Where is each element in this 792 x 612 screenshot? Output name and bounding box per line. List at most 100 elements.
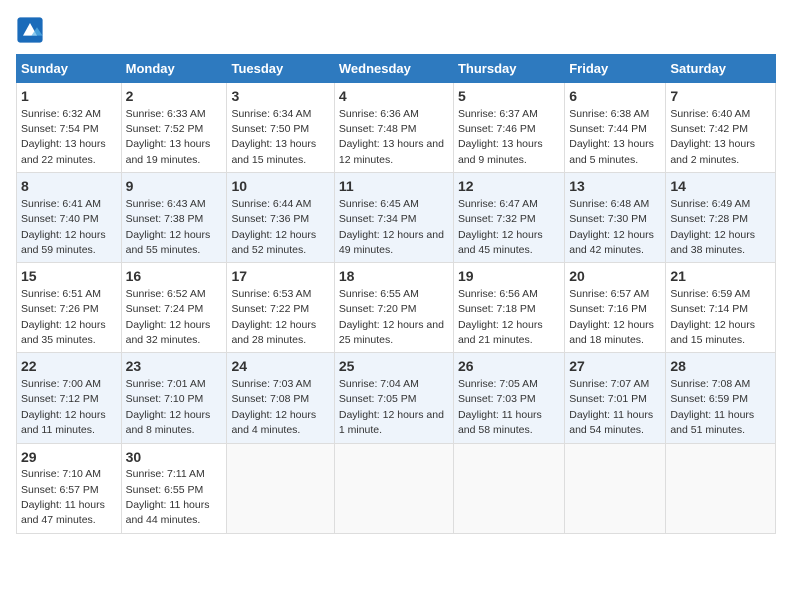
day-number: 20 xyxy=(569,267,661,287)
day-detail: Sunrise: 6:53 AMSunset: 7:22 PMDaylight:… xyxy=(231,288,316,346)
day-detail: Sunrise: 6:56 AMSunset: 7:18 PMDaylight:… xyxy=(458,288,543,346)
calendar-cell: 23Sunrise: 7:01 AMSunset: 7:10 PMDayligh… xyxy=(121,353,227,443)
day-detail: Sunrise: 6:47 AMSunset: 7:32 PMDaylight:… xyxy=(458,198,543,256)
calendar-cell: 3Sunrise: 6:34 AMSunset: 7:50 PMDaylight… xyxy=(227,83,334,173)
calendar-cell: 24Sunrise: 7:03 AMSunset: 7:08 PMDayligh… xyxy=(227,353,334,443)
day-detail: Sunrise: 7:00 AMSunset: 7:12 PMDaylight:… xyxy=(21,378,106,436)
day-number: 17 xyxy=(231,267,329,287)
calendar-cell: 28Sunrise: 7:08 AMSunset: 6:59 PMDayligh… xyxy=(666,353,776,443)
day-number: 11 xyxy=(339,177,449,197)
calendar-week-row: 29Sunrise: 7:10 AMSunset: 6:57 PMDayligh… xyxy=(17,443,776,533)
calendar-cell xyxy=(453,443,564,533)
day-number: 28 xyxy=(670,357,771,377)
day-detail: Sunrise: 6:49 AMSunset: 7:28 PMDaylight:… xyxy=(670,198,755,256)
day-number: 30 xyxy=(126,448,223,468)
day-detail: Sunrise: 7:03 AMSunset: 7:08 PMDaylight:… xyxy=(231,378,316,436)
calendar-week-row: 22Sunrise: 7:00 AMSunset: 7:12 PMDayligh… xyxy=(17,353,776,443)
day-detail: Sunrise: 7:10 AMSunset: 6:57 PMDaylight:… xyxy=(21,468,105,526)
header-wednesday: Wednesday xyxy=(334,55,453,83)
calendar-cell: 18Sunrise: 6:55 AMSunset: 7:20 PMDayligh… xyxy=(334,263,453,353)
calendar-table: SundayMondayTuesdayWednesdayThursdayFrid… xyxy=(16,54,776,534)
day-number: 16 xyxy=(126,267,223,287)
calendar-cell: 4Sunrise: 6:36 AMSunset: 7:48 PMDaylight… xyxy=(334,83,453,173)
day-detail: Sunrise: 6:57 AMSunset: 7:16 PMDaylight:… xyxy=(569,288,654,346)
day-number: 14 xyxy=(670,177,771,197)
calendar-cell: 2Sunrise: 6:33 AMSunset: 7:52 PMDaylight… xyxy=(121,83,227,173)
calendar-cell: 7Sunrise: 6:40 AMSunset: 7:42 PMDaylight… xyxy=(666,83,776,173)
calendar-cell: 12Sunrise: 6:47 AMSunset: 7:32 PMDayligh… xyxy=(453,173,564,263)
day-number: 3 xyxy=(231,87,329,107)
calendar-cell: 1Sunrise: 6:32 AMSunset: 7:54 PMDaylight… xyxy=(17,83,122,173)
day-detail: Sunrise: 6:34 AMSunset: 7:50 PMDaylight:… xyxy=(231,108,316,166)
day-number: 29 xyxy=(21,448,117,468)
calendar-cell: 27Sunrise: 7:07 AMSunset: 7:01 PMDayligh… xyxy=(565,353,666,443)
day-detail: Sunrise: 6:41 AMSunset: 7:40 PMDaylight:… xyxy=(21,198,106,256)
day-detail: Sunrise: 6:40 AMSunset: 7:42 PMDaylight:… xyxy=(670,108,755,166)
day-detail: Sunrise: 6:33 AMSunset: 7:52 PMDaylight:… xyxy=(126,108,211,166)
day-number: 4 xyxy=(339,87,449,107)
day-detail: Sunrise: 7:01 AMSunset: 7:10 PMDaylight:… xyxy=(126,378,211,436)
calendar-cell: 20Sunrise: 6:57 AMSunset: 7:16 PMDayligh… xyxy=(565,263,666,353)
day-detail: Sunrise: 6:45 AMSunset: 7:34 PMDaylight:… xyxy=(339,198,444,256)
day-number: 27 xyxy=(569,357,661,377)
calendar-cell: 25Sunrise: 7:04 AMSunset: 7:05 PMDayligh… xyxy=(334,353,453,443)
header-monday: Monday xyxy=(121,55,227,83)
calendar-cell: 10Sunrise: 6:44 AMSunset: 7:36 PMDayligh… xyxy=(227,173,334,263)
day-number: 5 xyxy=(458,87,560,107)
calendar-cell: 26Sunrise: 7:05 AMSunset: 7:03 PMDayligh… xyxy=(453,353,564,443)
day-detail: Sunrise: 7:08 AMSunset: 6:59 PMDaylight:… xyxy=(670,378,754,436)
calendar-cell: 19Sunrise: 6:56 AMSunset: 7:18 PMDayligh… xyxy=(453,263,564,353)
day-number: 24 xyxy=(231,357,329,377)
header-saturday: Saturday xyxy=(666,55,776,83)
day-detail: Sunrise: 7:11 AMSunset: 6:55 PMDaylight:… xyxy=(126,468,210,526)
day-number: 1 xyxy=(21,87,117,107)
day-number: 25 xyxy=(339,357,449,377)
calendar-cell: 21Sunrise: 6:59 AMSunset: 7:14 PMDayligh… xyxy=(666,263,776,353)
day-number: 22 xyxy=(21,357,117,377)
day-number: 23 xyxy=(126,357,223,377)
calendar-cell: 5Sunrise: 6:37 AMSunset: 7:46 PMDaylight… xyxy=(453,83,564,173)
day-number: 13 xyxy=(569,177,661,197)
day-detail: Sunrise: 6:44 AMSunset: 7:36 PMDaylight:… xyxy=(231,198,316,256)
calendar-cell: 15Sunrise: 6:51 AMSunset: 7:26 PMDayligh… xyxy=(17,263,122,353)
day-detail: Sunrise: 7:04 AMSunset: 7:05 PMDaylight:… xyxy=(339,378,444,436)
calendar-cell xyxy=(227,443,334,533)
header-thursday: Thursday xyxy=(453,55,564,83)
calendar-week-row: 8Sunrise: 6:41 AMSunset: 7:40 PMDaylight… xyxy=(17,173,776,263)
day-number: 10 xyxy=(231,177,329,197)
day-number: 7 xyxy=(670,87,771,107)
page-header xyxy=(16,16,776,44)
day-detail: Sunrise: 6:52 AMSunset: 7:24 PMDaylight:… xyxy=(126,288,211,346)
logo xyxy=(16,16,48,44)
day-number: 18 xyxy=(339,267,449,287)
day-detail: Sunrise: 6:59 AMSunset: 7:14 PMDaylight:… xyxy=(670,288,755,346)
day-detail: Sunrise: 6:43 AMSunset: 7:38 PMDaylight:… xyxy=(126,198,211,256)
header-tuesday: Tuesday xyxy=(227,55,334,83)
calendar-cell: 9Sunrise: 6:43 AMSunset: 7:38 PMDaylight… xyxy=(121,173,227,263)
calendar-cell: 14Sunrise: 6:49 AMSunset: 7:28 PMDayligh… xyxy=(666,173,776,263)
day-number: 9 xyxy=(126,177,223,197)
calendar-cell: 6Sunrise: 6:38 AMSunset: 7:44 PMDaylight… xyxy=(565,83,666,173)
day-detail: Sunrise: 6:38 AMSunset: 7:44 PMDaylight:… xyxy=(569,108,654,166)
header-friday: Friday xyxy=(565,55,666,83)
day-number: 19 xyxy=(458,267,560,287)
calendar-cell: 29Sunrise: 7:10 AMSunset: 6:57 PMDayligh… xyxy=(17,443,122,533)
header-sunday: Sunday xyxy=(17,55,122,83)
calendar-cell: 17Sunrise: 6:53 AMSunset: 7:22 PMDayligh… xyxy=(227,263,334,353)
calendar-cell: 16Sunrise: 6:52 AMSunset: 7:24 PMDayligh… xyxy=(121,263,227,353)
calendar-cell: 13Sunrise: 6:48 AMSunset: 7:30 PMDayligh… xyxy=(565,173,666,263)
calendar-cell xyxy=(565,443,666,533)
day-number: 15 xyxy=(21,267,117,287)
day-number: 26 xyxy=(458,357,560,377)
day-detail: Sunrise: 7:07 AMSunset: 7:01 PMDaylight:… xyxy=(569,378,653,436)
day-detail: Sunrise: 6:32 AMSunset: 7:54 PMDaylight:… xyxy=(21,108,106,166)
logo-icon xyxy=(16,16,44,44)
calendar-cell: 11Sunrise: 6:45 AMSunset: 7:34 PMDayligh… xyxy=(334,173,453,263)
day-detail: Sunrise: 6:51 AMSunset: 7:26 PMDaylight:… xyxy=(21,288,106,346)
day-number: 21 xyxy=(670,267,771,287)
calendar-cell: 8Sunrise: 6:41 AMSunset: 7:40 PMDaylight… xyxy=(17,173,122,263)
day-number: 2 xyxy=(126,87,223,107)
day-detail: Sunrise: 6:37 AMSunset: 7:46 PMDaylight:… xyxy=(458,108,543,166)
calendar-cell: 30Sunrise: 7:11 AMSunset: 6:55 PMDayligh… xyxy=(121,443,227,533)
day-number: 12 xyxy=(458,177,560,197)
